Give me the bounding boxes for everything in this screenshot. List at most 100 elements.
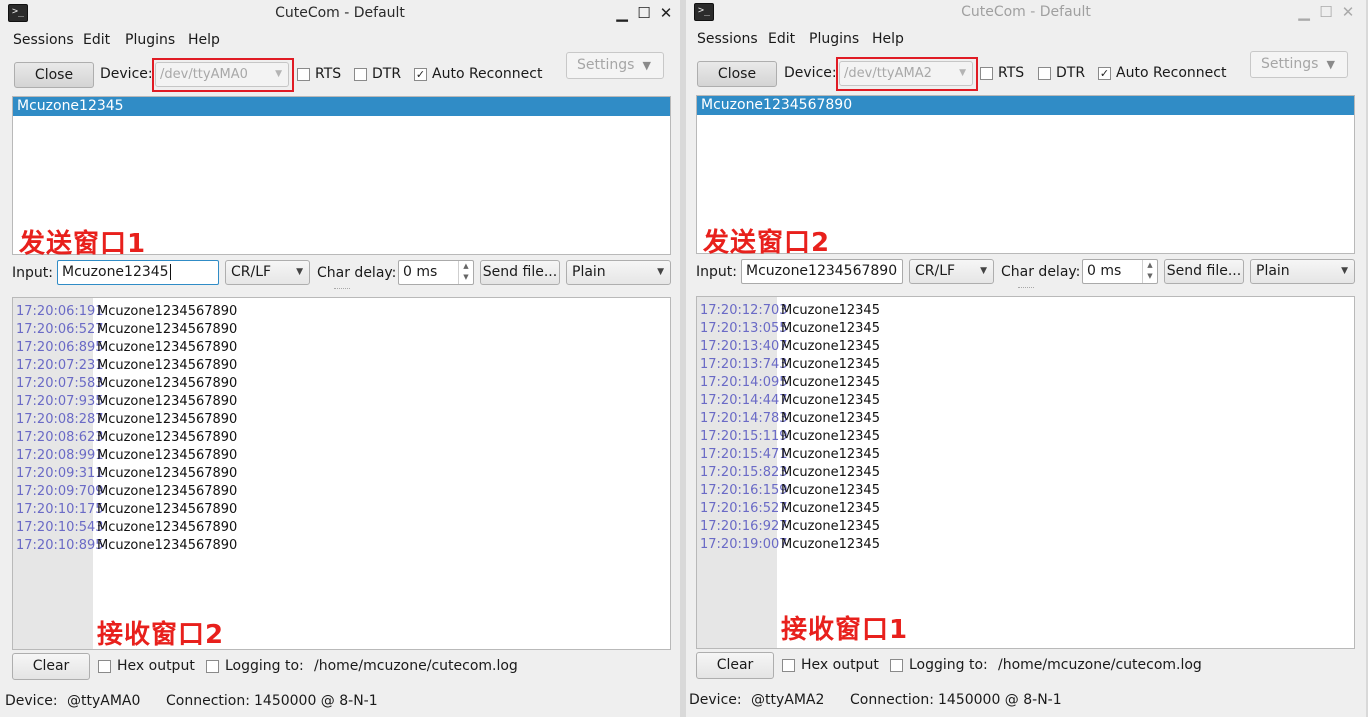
row-message: Mcuzone1234567890 <box>97 304 238 319</box>
send-file-button[interactable]: Send file... <box>480 260 560 285</box>
spin-arrows[interactable]: ▲ ▼ <box>1142 260 1157 283</box>
minimize-icon[interactable]: ▁ <box>1294 2 1314 22</box>
row-message: Mcuzone12345 <box>781 339 880 354</box>
rts-checkbox[interactable] <box>980 67 993 80</box>
line-end-value: CR/LF <box>231 264 272 280</box>
splitter-handle[interactable] <box>1018 287 1034 292</box>
title-bar[interactable]: >_ CuteCom - Default ▁ ☐ ✕ <box>0 0 680 28</box>
input-field[interactable]: Mcuzone12345 <box>57 260 219 285</box>
close-port-button[interactable]: Close <box>697 61 777 87</box>
menu-sessions[interactable]: Sessions <box>13 32 74 48</box>
char-delay-spinbox[interactable]: 0 ms ▲ ▼ <box>1082 259 1158 284</box>
char-delay-value: 0 ms <box>1087 263 1122 279</box>
status-bar: Device: @ttyAMA0 Connection: 1450000 @ 8… <box>0 690 680 712</box>
chevron-down-icon: ▼ <box>657 267 664 277</box>
menu-plugins[interactable]: Plugins <box>809 31 859 47</box>
device-highlight-box <box>836 57 978 91</box>
row-timestamp: 17:20:13:407 <box>700 339 788 354</box>
settings-button[interactable]: Settings ▼ <box>1250 51 1348 78</box>
spin-up-icon[interactable]: ▲ <box>459 261 473 272</box>
row-message: Mcuzone12345 <box>781 483 880 498</box>
hex-output-checkbox[interactable] <box>98 660 111 673</box>
settings-button[interactable]: Settings ▼ <box>566 52 664 79</box>
rts-checkbox[interactable] <box>297 68 310 81</box>
clear-button[interactable]: Clear <box>12 653 90 680</box>
close-icon[interactable]: ✕ <box>1338 2 1358 22</box>
send-history-item[interactable]: Mcuzone1234567890 <box>697 96 1354 115</box>
clear-button[interactable]: Clear <box>696 652 774 679</box>
row-timestamp: 17:20:14:447 <box>700 393 788 408</box>
log-path: /home/mcuzone/cutecom.log <box>314 658 518 674</box>
row-message: Mcuzone12345 <box>781 519 880 534</box>
format-select[interactable]: Plain ▼ <box>566 260 671 285</box>
menu-plugins[interactable]: Plugins <box>125 32 175 48</box>
line-end-select[interactable]: CR/LF ▼ <box>225 260 310 285</box>
toolbar: Close Device: /dev/ttyAMA0 ▼ RTS DTR ✓ A… <box>0 52 680 94</box>
window-title: CuteCom - Default <box>961 4 1091 20</box>
close-port-button[interactable]: Close <box>14 62 94 88</box>
status-connection-label: Connection: <box>850 692 934 708</box>
send-history-pane[interactable]: Mcuzone1234567890 发送窗口2 <box>696 95 1355 258</box>
text-cursor <box>169 264 171 280</box>
rts-label: RTS <box>998 65 1025 81</box>
auto-reconnect-label: Auto Reconnect <box>1116 65 1227 81</box>
title-bar[interactable]: >_ CuteCom - Default ▁ ☐ ✕ <box>686 0 1366 28</box>
receive-pane[interactable]: 17:20:06:191 Mcuzone1234567890 17:20:06:52… <box>12 297 671 650</box>
row-message: Mcuzone12345 <box>781 321 880 336</box>
row-timestamp: 17:20:12:703 <box>700 303 788 318</box>
row-message: Mcuzone12345 <box>781 411 880 426</box>
spin-down-icon[interactable]: ▼ <box>1143 271 1157 282</box>
row-timestamp: 17:20:15:119 <box>700 429 788 444</box>
logging-checkbox[interactable] <box>890 659 903 672</box>
input-field[interactable]: Mcuzone1234567890 <box>741 259 903 284</box>
status-bar: Device: @ttyAMA2 Connection: 1450000 @ 8… <box>686 689 1366 711</box>
dtr-label: DTR <box>1056 65 1086 81</box>
char-delay-spinbox[interactable]: 0 ms ▲ ▼ <box>398 260 474 285</box>
maximize-icon[interactable]: ☐ <box>1316 2 1336 22</box>
maximize-icon[interactable]: ☐ <box>634 3 654 23</box>
menu-edit[interactable]: Edit <box>768 31 795 47</box>
send-file-button[interactable]: Send file... <box>1164 259 1244 284</box>
line-end-value: CR/LF <box>915 263 956 279</box>
dtr-checkbox[interactable] <box>1038 67 1051 80</box>
chevron-down-icon: ▼ <box>642 59 651 72</box>
spin-up-icon[interactable]: ▲ <box>1143 260 1157 271</box>
row-timestamp: 17:20:16:527 <box>700 501 788 516</box>
row-timestamp: 17:20:10:543 <box>16 520 104 535</box>
close-icon[interactable]: ✕ <box>656 3 676 23</box>
line-end-select[interactable]: CR/LF ▼ <box>909 259 994 284</box>
row-timestamp: 17:20:15:471 <box>700 447 788 462</box>
format-select[interactable]: Plain ▼ <box>1250 259 1355 284</box>
row-timestamp: 17:20:13:743 <box>700 357 788 372</box>
send-window-annotation: 发送窗口2 <box>703 228 831 258</box>
auto-reconnect-checkbox[interactable]: ✓ <box>1098 67 1111 80</box>
logging-checkbox[interactable] <box>206 660 219 673</box>
device-label: Device: <box>784 65 837 81</box>
send-window-annotation: 发送窗口1 <box>19 229 147 259</box>
chevron-down-icon: ▼ <box>980 266 987 276</box>
hex-output-checkbox[interactable] <box>782 659 795 672</box>
auto-reconnect-label: Auto Reconnect <box>432 66 543 82</box>
menu-sessions[interactable]: Sessions <box>697 31 758 47</box>
status-connection-value: 1450000 @ 8-N-1 <box>938 692 1062 708</box>
dtr-label: DTR <box>372 66 402 82</box>
receive-pane[interactable]: 17:20:12:703 Mcuzone12345 17:20:13:055 Mcuz… <box>696 296 1355 649</box>
menu-help[interactable]: Help <box>872 31 904 47</box>
send-history-item[interactable]: Mcuzone12345 <box>13 97 670 116</box>
spin-down-icon[interactable]: ▼ <box>459 272 473 283</box>
menu-help[interactable]: Help <box>188 32 220 48</box>
row-timestamp: 17:20:10:895 <box>16 538 104 553</box>
menu-edit[interactable]: Edit <box>83 32 110 48</box>
row-timestamp: 17:20:09:311 <box>16 466 104 481</box>
row-message: Mcuzone12345 <box>781 429 880 444</box>
input-row: Input: Mcuzone1234567890 CR/LF ▼ Char de… <box>686 258 1366 288</box>
char-delay-label: Char delay: <box>317 265 397 281</box>
dtr-checkbox[interactable] <box>354 68 367 81</box>
char-delay-value: 0 ms <box>403 264 438 280</box>
splitter-handle[interactable] <box>334 288 350 293</box>
row-timestamp: 17:20:08:991 <box>16 448 104 463</box>
send-history-pane[interactable]: Mcuzone12345 发送窗口1 <box>12 96 671 259</box>
spin-arrows[interactable]: ▲ ▼ <box>458 261 473 284</box>
auto-reconnect-checkbox[interactable]: ✓ <box>414 68 427 81</box>
minimize-icon[interactable]: ▁ <box>612 3 632 23</box>
